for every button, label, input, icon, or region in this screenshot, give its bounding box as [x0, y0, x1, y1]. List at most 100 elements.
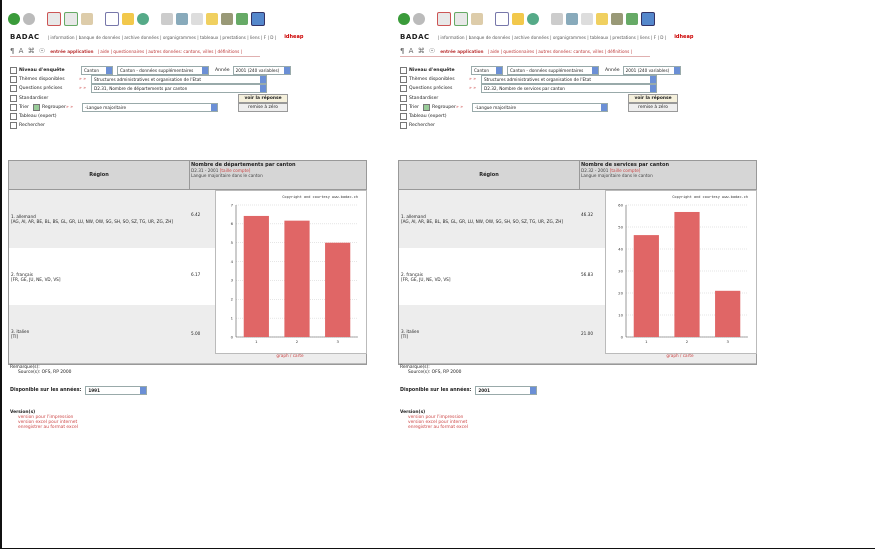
- annee-select[interactable]: 2001 (240 variables): [232, 65, 291, 75]
- graph-link[interactable]: graph / carte: [215, 353, 365, 358]
- favorites-icon[interactable]: [512, 13, 524, 25]
- stop-icon[interactable]: [437, 12, 451, 26]
- window-icon[interactable]: [251, 12, 265, 26]
- regrouper-checkbox[interactable]: [33, 103, 40, 111]
- row-value: 46.32: [581, 212, 593, 217]
- themes-checkbox[interactable]: [10, 75, 17, 83]
- y-tick-label: 0: [621, 334, 624, 339]
- forward-icon[interactable]: [413, 13, 425, 25]
- save-excel-link[interactable]: enregistrer au format excel: [408, 425, 468, 430]
- media-icon[interactable]: [527, 13, 539, 25]
- back-icon[interactable]: [398, 13, 410, 25]
- niveau-select[interactable]: Canton: [471, 65, 503, 75]
- themes-select[interactable]: Structures administratives et organisati…: [481, 74, 657, 84]
- regrouper-select[interactable]: -Langue majoritaire: [82, 102, 218, 112]
- chevron-down-icon: [673, 66, 680, 74]
- messenger-icon[interactable]: [626, 13, 638, 25]
- print-icon[interactable]: [191, 13, 203, 25]
- graph-link[interactable]: graph / carte: [605, 353, 755, 358]
- indicator-header: Nombre de services par canton D2.32 - 20…: [581, 162, 756, 188]
- year-select[interactable]: 1991: [85, 386, 148, 395]
- refresh-icon[interactable]: [454, 12, 468, 26]
- dispo-row: Disponible sur les années: 2001: [400, 386, 538, 395]
- themes-select[interactable]: Structures administratives et organisati…: [91, 74, 267, 84]
- reset-button[interactable]: remise à zéro: [628, 103, 678, 112]
- standardiser-checkbox[interactable]: [400, 94, 407, 102]
- dataset-select[interactable]: Canton - données supplémentaires: [117, 65, 209, 75]
- tool-icons[interactable]: ¶ A ⌘ ☉: [10, 47, 46, 55]
- tableau-expert-checkbox[interactable]: [10, 112, 17, 120]
- niveau-checkbox[interactable]: [10, 66, 17, 74]
- year-select[interactable]: 2001: [475, 386, 538, 395]
- edit-icon[interactable]: [596, 13, 608, 25]
- media-icon[interactable]: [137, 13, 149, 25]
- subnav-active-link[interactable]: entrée application: [440, 49, 483, 54]
- history-icon[interactable]: [161, 13, 173, 25]
- source-text: Source(s): OFS, RP 2000: [408, 370, 462, 375]
- tableau-expert-checkbox[interactable]: [400, 112, 407, 120]
- forward-icon[interactable]: [23, 13, 35, 25]
- themes-checkbox[interactable]: [400, 75, 407, 83]
- dataset-select[interactable]: Canton - données supplémentaires: [507, 65, 599, 75]
- regrouper-select[interactable]: -Langue majoritaire: [472, 102, 608, 112]
- top-navigation[interactable]: | information | banque de données | arch…: [438, 35, 667, 40]
- y-tick-label: 2: [231, 297, 234, 302]
- mail-icon[interactable]: [176, 13, 188, 25]
- messenger-icon[interactable]: [236, 13, 248, 25]
- chevron-down-icon: [650, 75, 656, 83]
- rechercher-checkbox[interactable]: [10, 121, 17, 129]
- tool-icons[interactable]: ¶ A ⌘ ☉: [400, 47, 436, 55]
- source-text: Source(s): OFS, RP 2000: [18, 370, 72, 375]
- refresh-icon[interactable]: [64, 12, 78, 26]
- edit-icon[interactable]: [206, 13, 218, 25]
- niveau-select[interactable]: Canton: [81, 65, 113, 75]
- search-icon[interactable]: [105, 12, 119, 26]
- home-icon[interactable]: [471, 13, 483, 25]
- rechercher-checkbox[interactable]: [400, 121, 407, 129]
- trier-checkbox[interactable]: [10, 103, 17, 111]
- annee-select[interactable]: 2001 (240 variables): [622, 65, 681, 75]
- mail-icon[interactable]: [566, 13, 578, 25]
- chevron-down-icon: [202, 66, 208, 74]
- subnav-links[interactable]: | aide | questionnaires | autres données…: [488, 49, 633, 54]
- trier-checkbox[interactable]: [400, 103, 407, 111]
- top-navigation[interactable]: | information | banque de données | arch…: [48, 35, 277, 40]
- chevron-down-icon: [530, 387, 537, 394]
- discuss-icon[interactable]: [611, 13, 623, 25]
- questions-checkbox[interactable]: [400, 84, 407, 92]
- y-tick-label: 5: [231, 240, 234, 245]
- idheap-logo[interactable]: idheap: [284, 34, 303, 40]
- idheap-logo[interactable]: idheap: [674, 34, 693, 40]
- history-icon[interactable]: [551, 13, 563, 25]
- search-icon[interactable]: [495, 12, 509, 26]
- back-icon[interactable]: [8, 13, 20, 25]
- rechercher-row: Rechercher: [10, 121, 45, 129]
- bar: [674, 211, 700, 337]
- favorites-icon[interactable]: [122, 13, 134, 25]
- tableau-expert-label: Tableau (expert): [19, 113, 57, 119]
- row-value: 6.17: [191, 272, 201, 277]
- questions-select[interactable]: D2.32, Nombre de services par canton: [481, 83, 657, 93]
- discuss-icon[interactable]: [221, 13, 233, 25]
- stop-icon[interactable]: [47, 12, 61, 26]
- questions-select[interactable]: D2.31, Nombre de départements par canton: [91, 83, 267, 93]
- regrouper-checkbox[interactable]: [423, 103, 430, 111]
- voir-reponse-button[interactable]: voir la réponse: [628, 94, 678, 103]
- regrouper-label: Regrouper: [432, 104, 456, 110]
- x-tick-label: 2: [296, 339, 299, 344]
- row-label: 2. français [FR, GE, JU, NE, VD, VS]: [11, 272, 61, 282]
- window-icon[interactable]: [641, 12, 655, 26]
- save-excel-link[interactable]: enregistrer au format excel: [18, 425, 78, 430]
- niveau-checkbox[interactable]: [400, 66, 407, 74]
- questions-checkbox[interactable]: [10, 84, 17, 92]
- subnav-active-link[interactable]: entrée application: [50, 49, 93, 54]
- home-icon[interactable]: [81, 13, 93, 25]
- print-icon[interactable]: [581, 13, 593, 25]
- voir-reponse-button[interactable]: voir la réponse: [238, 94, 288, 103]
- chevron-down-icon: [601, 103, 607, 111]
- subnav-links[interactable]: | aide | questionnaires | autres données…: [98, 49, 243, 54]
- rechercher-row: Rechercher: [400, 121, 435, 129]
- standardiser-checkbox[interactable]: [10, 94, 17, 102]
- reset-button[interactable]: remise à zéro: [238, 103, 288, 112]
- chevron-down-icon: [106, 66, 112, 74]
